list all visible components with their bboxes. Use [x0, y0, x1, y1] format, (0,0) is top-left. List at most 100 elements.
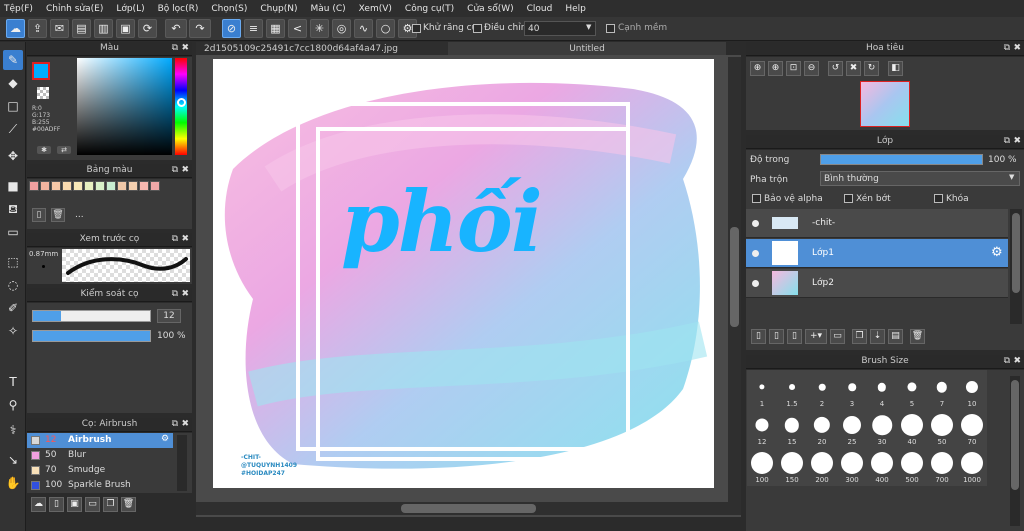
new-layer-3-icon[interactable]: ▯ — [787, 329, 802, 344]
palette-swatch[interactable] — [73, 181, 83, 191]
brush-size-cell[interactable]: 20 — [807, 410, 837, 446]
menu-view[interactable]: Xem(V) — [359, 4, 392, 14]
close-icon[interactable]: ✖ — [1013, 42, 1021, 55]
perspective-snap-icon[interactable]: < — [288, 19, 307, 38]
detach-icon[interactable]: ⧉ — [172, 418, 178, 431]
brush-size-cell[interactable]: 1000 — [957, 448, 987, 484]
layer-opacity-slider[interactable] — [820, 154, 983, 165]
brush-size-slider[interactable] — [32, 310, 151, 322]
brush-size-cell[interactable]: 500 — [897, 448, 927, 484]
page-icon[interactable]: ▤ — [72, 19, 91, 38]
brush-size-cell[interactable]: 12 — [747, 410, 777, 446]
parallel-snap-icon[interactable]: ≡ — [244, 19, 263, 38]
duplicate-icon[interactable]: ❐ — [103, 497, 118, 512]
circle-snap-icon[interactable]: ○ — [376, 19, 395, 38]
menu-color[interactable]: Màu (C) — [311, 4, 346, 14]
zoom-out-icon[interactable]: ⊖ — [804, 61, 819, 76]
close-icon[interactable]: ✖ — [181, 418, 189, 431]
brush-size-cell[interactable]: 3 — [837, 372, 867, 408]
palette-swatch[interactable] — [117, 181, 127, 191]
zoom-in-icon[interactable]: ⊕ — [750, 61, 765, 76]
line-tool-icon[interactable]: ⟋ — [3, 119, 23, 139]
redo-icon[interactable]: ↷ — [189, 19, 211, 38]
trash-icon[interactable]: 🗑 — [910, 329, 925, 344]
layer-scroll-thumb[interactable] — [1012, 213, 1020, 293]
snap-off-icon[interactable]: ⊘ — [222, 19, 241, 38]
tab-untitled[interactable]: Untitled — [448, 42, 726, 56]
detach-icon[interactable]: ⧉ — [1004, 355, 1010, 368]
palette-swatch[interactable] — [29, 181, 39, 191]
rotate-left-icon[interactable]: ↺ — [828, 61, 843, 76]
eyedropper-tool-icon[interactable]: ⚕ — [3, 420, 23, 440]
new-layer-2-icon[interactable]: ▯ — [769, 329, 784, 344]
palette-swatch[interactable] — [95, 181, 105, 191]
bucket-tool-icon[interactable]: ⛾ — [3, 199, 23, 219]
vertical-scroll-thumb[interactable] — [730, 227, 739, 327]
select-tool-icon[interactable]: ⬚ — [3, 252, 23, 272]
rotate-right-icon[interactable]: ↻ — [864, 61, 879, 76]
palette-swatch[interactable] — [84, 181, 94, 191]
detach-icon[interactable]: ⧉ — [1004, 42, 1010, 55]
eye-icon[interactable] — [752, 250, 759, 257]
cloud-icon[interactable]: ☁ — [6, 19, 25, 38]
magic-wand-tool-icon[interactable]: ⚲ — [3, 395, 23, 415]
detach-icon[interactable]: ⧉ — [172, 42, 178, 55]
brush-list-scrollbar[interactable] — [177, 435, 187, 491]
merge-layer-icon[interactable]: ⇣ — [870, 329, 885, 344]
canvas-area[interactable]: phối -CHIT- @TUQUYNH1409 #HOIDAP247 — [196, 55, 741, 517]
close-icon[interactable]: ✖ — [1013, 355, 1021, 368]
brush-size-scrollbar[interactable] — [1010, 376, 1020, 526]
brush-size-cell[interactable]: 15 — [777, 410, 807, 446]
menu-select[interactable]: Chọn(S) — [211, 4, 247, 14]
brush-size-cell[interactable]: 100 — [747, 448, 777, 484]
navigator-thumbnail[interactable] — [860, 81, 910, 127]
rectangle-tool-icon[interactable]: □ — [3, 96, 23, 116]
close-icon[interactable]: ✖ — [1013, 135, 1021, 148]
fill-rect-tool-icon[interactable]: ■ — [3, 176, 23, 196]
palette-swatch[interactable] — [150, 181, 160, 191]
folder-icon[interactable]: ▭ — [830, 329, 845, 344]
gradient-tool-icon[interactable]: ▭ — [3, 222, 23, 242]
concentric-snap-icon[interactable]: ◎ — [332, 19, 351, 38]
menu-layer[interactable]: Lớp(L) — [116, 4, 144, 14]
menu-help[interactable]: Help — [565, 4, 586, 14]
brush-tool-icon[interactable]: ✎ — [3, 50, 23, 70]
radial-snap-icon[interactable]: ✳ — [310, 19, 329, 38]
eye-icon[interactable] — [752, 280, 759, 287]
cloud-brush-icon[interactable]: ☁ — [31, 497, 46, 512]
rotate-icon[interactable]: ⟳ — [138, 19, 157, 38]
horizontal-scroll-thumb[interactable] — [401, 504, 536, 513]
palette-swatch[interactable] — [51, 181, 61, 191]
curve-snap-icon[interactable]: ∿ — [354, 19, 373, 38]
brush-size-cell[interactable]: 400 — [867, 448, 897, 484]
menu-filter[interactable]: Bộ lọc(R) — [158, 4, 199, 14]
trash-icon[interactable]: 🗑 — [121, 497, 136, 512]
lasso-tool-icon[interactable]: ◌ — [3, 275, 23, 295]
layer-settings-icon[interactable]: ▤ — [888, 329, 903, 344]
undo-icon[interactable]: ↶ — [165, 19, 187, 38]
close-icon[interactable]: ✖ — [181, 164, 189, 177]
menu-cloud[interactable]: Cloud — [527, 4, 553, 14]
brush-size-cell[interactable]: 200 — [807, 448, 837, 484]
text-tool-icon[interactable]: T — [3, 372, 23, 392]
palette-swatch[interactable] — [128, 181, 138, 191]
palette-more[interactable]: ... — [75, 210, 84, 220]
correction-select[interactable]: 40 ▼ — [524, 21, 596, 36]
palette-swatch[interactable] — [106, 181, 116, 191]
eyedropper-small-icon[interactable]: ✱ — [37, 146, 51, 154]
protect-alpha-checkbox[interactable] — [752, 194, 761, 203]
trash-icon[interactable]: 🗑 — [51, 208, 65, 222]
foreground-color-swatch[interactable] — [32, 62, 50, 80]
new-layer-icon[interactable]: ▯ — [751, 329, 766, 344]
saturation-value-square[interactable] — [77, 58, 172, 155]
menu-tools[interactable]: Công cụ(T) — [405, 4, 454, 14]
brush-size-cell[interactable]: 5 — [897, 372, 927, 408]
transparent-color-swatch[interactable] — [37, 87, 49, 99]
menu-window[interactable]: Cửa sổ(W) — [467, 4, 513, 14]
fit-icon[interactable]: ⊡ — [786, 61, 801, 76]
comment-icon[interactable]: ✉ — [50, 19, 69, 38]
tab-image[interactable]: 2d1505109c25491c7cc1800d64af4a47.jpg — [196, 42, 448, 56]
brush-size-cell[interactable]: 700 — [927, 448, 957, 484]
palette-swatch[interactable] — [40, 181, 50, 191]
layer-row[interactable]: Lớp2 — [746, 269, 1008, 298]
